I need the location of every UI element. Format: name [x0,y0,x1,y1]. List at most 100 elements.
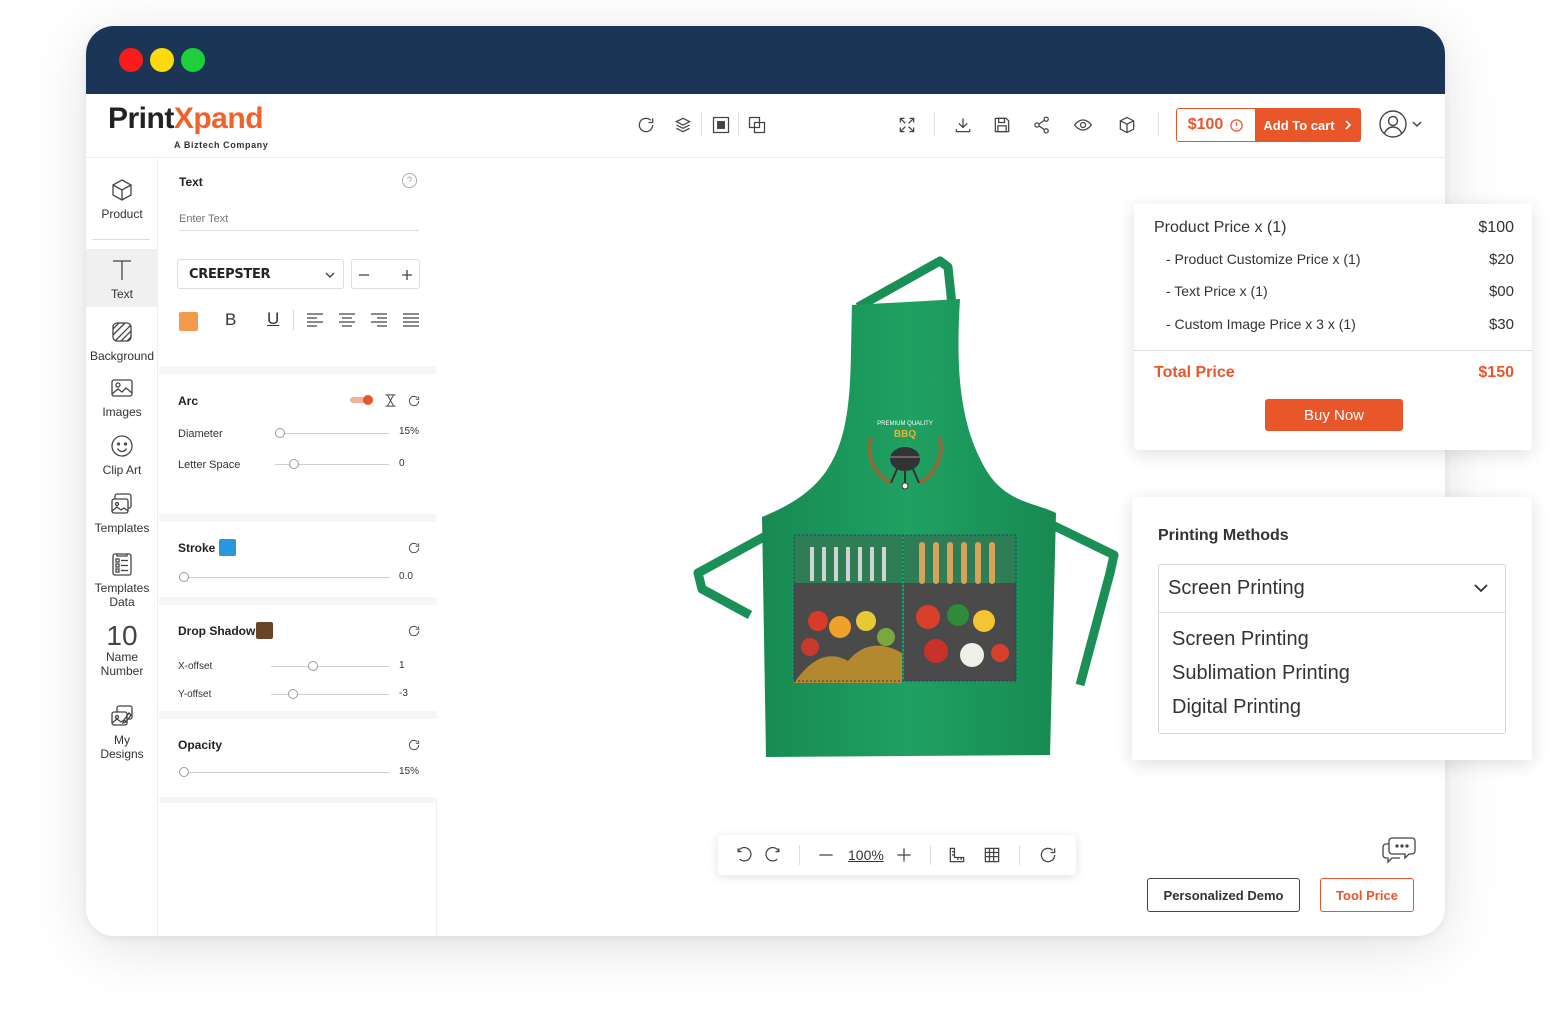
grid-icon[interactable] [982,845,1002,865]
underline-button[interactable]: U [267,309,279,329]
refresh-icon[interactable] [635,114,657,136]
chevron-down-icon [325,272,335,278]
letter-space-slider[interactable] [275,459,389,469]
canvas-toolbar: 100% [718,835,1076,875]
arc-section: Arc Diameter 15% Letter Space 0 [159,374,437,514]
sidebar-item-background[interactable]: Background [86,319,158,363]
ruler-icon[interactable] [947,845,967,865]
save-icon[interactable] [991,114,1013,136]
x-offset-value: 1 [399,660,405,671]
templates-icon [111,493,132,514]
sidebar-item-clip-art[interactable]: Clip Art [86,433,158,477]
row-label: - Text Price x (1) [1166,283,1268,299]
reset-arc-icon[interactable] [407,394,421,408]
text-input[interactable] [179,207,419,231]
help-icon[interactable] [401,172,418,189]
reset-canvas-icon[interactable] [1038,845,1058,865]
flip-arc-icon[interactable] [383,393,398,408]
apron-product-image[interactable]: PREMIUM QUALITY BBQ [690,255,1122,760]
printing-method-selected[interactable]: Screen Printing [1159,565,1505,613]
tool-price-button[interactable]: Tool Price [1320,878,1414,912]
chevron-down-icon [1474,584,1488,593]
font-select[interactable]: CREEPSTER [177,259,344,289]
bold-button[interactable]: B [225,310,236,330]
share-icon[interactable] [1031,114,1053,136]
close-window-dot[interactable] [119,48,143,72]
undo-icon[interactable] [734,845,754,865]
fullscreen-icon[interactable] [896,114,918,136]
cube-icon [112,179,132,201]
buy-now-button[interactable]: Buy Now [1265,399,1403,431]
shadow-color-swatch[interactable] [256,622,273,639]
y-offset-slider[interactable] [271,689,389,699]
sidebar-item-templates[interactable]: Templates [86,491,158,535]
maximize-window-dot[interactable] [181,48,205,72]
zoom-out-icon[interactable] [816,845,836,865]
layers-icon[interactable] [672,114,694,136]
option-sublimation-printing[interactable]: Sublimation Printing [1172,662,1350,685]
printing-method-select[interactable]: Screen Printing Screen Printing Sublimat… [1158,564,1506,734]
plus-icon[interactable] [401,269,413,281]
letter-space-value: 0 [399,458,405,469]
add-to-cart-button[interactable]: Add To cart [1255,108,1361,142]
sidebar-item-name-number[interactable]: 10 Name Number [86,620,158,679]
logo-tagline: A Biztech Company [174,140,269,150]
diameter-slider[interactable] [275,428,389,438]
minimize-window-dot[interactable] [150,48,174,72]
preview-icon[interactable] [1072,114,1094,136]
reset-stroke-icon[interactable] [407,541,421,555]
drop-shadow-title: Drop Shadow [178,624,256,638]
align-justify-icon[interactable] [402,312,420,328]
header-price: $100 [1187,116,1224,133]
user-menu[interactable] [1378,109,1422,139]
sidebar-label: Templates [94,521,150,535]
send-back-icon[interactable] [746,114,768,136]
redo-icon[interactable] [763,845,783,865]
sidebar-item-templates-data[interactable]: Templates Data [86,551,158,609]
x-offset-label: X-offset [178,661,213,672]
align-right-icon[interactable] [370,312,388,328]
x-offset-slider[interactable] [271,661,389,671]
row-label: - Product Customize Price x (1) [1166,251,1361,267]
window-titlebar [86,26,1445,94]
minus-icon[interactable] [358,269,370,281]
align-left-icon[interactable] [306,312,324,328]
option-digital-printing[interactable]: Digital Printing [1172,696,1301,719]
font-size-stepper[interactable] [351,259,420,289]
bring-front-icon[interactable] [710,114,732,136]
brand-logo[interactable]: PrintXpand A Biztech Company [108,102,268,150]
reset-opacity-icon[interactable] [407,738,421,752]
diameter-label: Diameter [178,428,223,440]
reset-shadow-icon[interactable] [407,624,421,638]
arc-toggle[interactable] [350,395,373,405]
option-screen-printing[interactable]: Screen Printing [1172,628,1309,651]
text-properties-panel: Text CREEPSTER B U Arc [159,159,437,936]
zoom-in-icon[interactable] [894,845,914,865]
customize-price-row: - Product Customize Price x (1) $20 [1166,251,1514,268]
name-number-icon: 10 [106,620,138,651]
3d-view-icon[interactable] [1116,114,1138,136]
logo-text-print: Print [108,102,174,135]
text-color-swatch[interactable] [179,312,198,331]
y-offset-value: -3 [399,688,408,699]
align-center-icon[interactable] [338,312,356,328]
sidebar-item-images[interactable]: Images [86,375,158,419]
zoom-level[interactable]: 100% [848,847,884,863]
tool-price-label: Tool Price [1336,887,1398,903]
sidebar-item-text[interactable]: Text [86,249,158,307]
opacity-slider[interactable] [179,767,390,777]
chat-icon[interactable] [1382,832,1416,864]
printing-methods-title: Printing Methods [1158,527,1289,544]
sidebar-item-my-designs[interactable]: My Designs [86,703,158,761]
sidebar-item-product[interactable]: Product [86,177,158,221]
download-icon[interactable] [952,114,974,136]
stroke-slider[interactable] [179,572,390,582]
opacity-section: Opacity 15% [159,719,437,797]
personalized-demo-button[interactable]: Personalized Demo [1147,878,1300,912]
selected-method: Screen Printing [1168,577,1305,599]
svg-text:PREMIUM QUALITY: PREMIUM QUALITY [877,421,933,427]
logo-text-xpand: Xpand [173,102,264,135]
stroke-color-swatch[interactable] [219,539,236,556]
price-display-button[interactable]: $100 [1176,108,1256,142]
font-name: CREEPSTER [189,267,271,282]
